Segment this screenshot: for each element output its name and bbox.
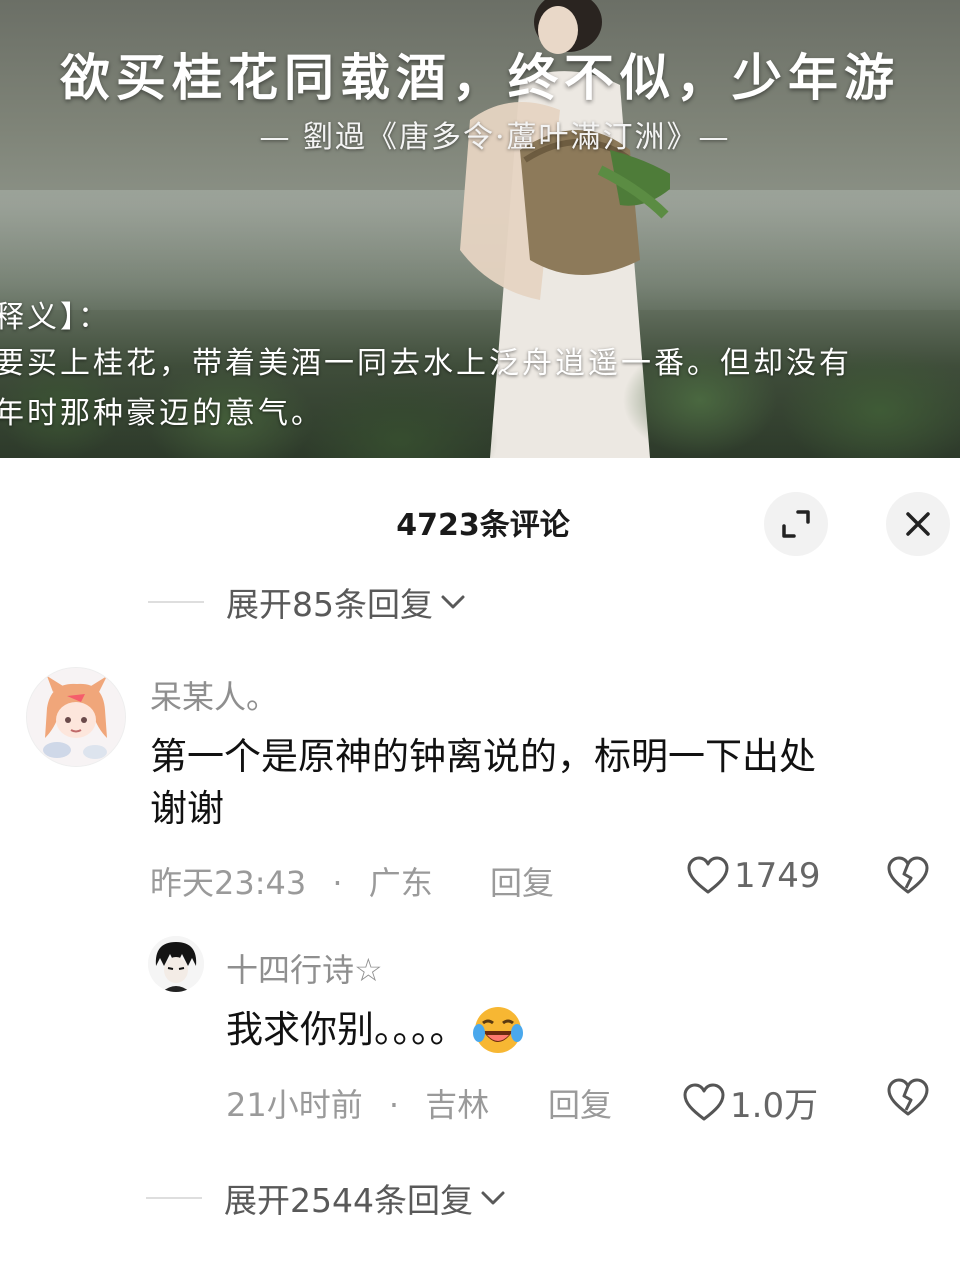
video-subtitle: — 劉過《唐多令·蘆叶滿汀洲》— bbox=[259, 120, 731, 155]
comment-username[interactable]: 呆某人。 bbox=[150, 672, 278, 718]
comment-meta: 21小时前 · 吉林 bbox=[226, 1080, 489, 1126]
expand-replies-label: 展开85条回复 bbox=[226, 585, 433, 624]
comment-location: 吉林 bbox=[425, 1086, 490, 1124]
avatar[interactable] bbox=[26, 667, 126, 767]
laughing-tears-emoji-icon bbox=[472, 1007, 523, 1053]
broken-heart-icon bbox=[887, 856, 929, 894]
heart-icon bbox=[683, 1083, 725, 1120]
divider bbox=[148, 601, 204, 603]
video-explain-line: 要买上桂花，带着美酒一同去水上泛舟逍遥一番。但却没有 bbox=[0, 346, 852, 381]
like-count: 1.0万 bbox=[730, 1086, 819, 1126]
meta-separator: · bbox=[388, 1086, 400, 1124]
comment-text: 谢谢 bbox=[150, 787, 224, 830]
comment-username[interactable]: 十四行诗☆ bbox=[226, 945, 383, 991]
like-count: 1749 bbox=[734, 856, 821, 896]
comment-time: 昨天23:43 bbox=[150, 864, 307, 902]
dislike-button[interactable] bbox=[886, 856, 930, 900]
comments-header: 4723条评论 bbox=[0, 458, 960, 568]
heart-icon bbox=[687, 856, 729, 894]
like-button[interactable]: 1749 bbox=[686, 856, 821, 896]
dislike-button[interactable] bbox=[886, 1078, 930, 1122]
reply-button[interactable]: 回复 bbox=[548, 1080, 612, 1126]
comment-time: 21小时前 bbox=[226, 1086, 363, 1124]
comment-location: 广东 bbox=[368, 864, 433, 902]
comment-text: 第一个是原神的钟离说的，标明一下出处 bbox=[150, 735, 816, 778]
broken-heart-icon bbox=[887, 1078, 929, 1116]
video-explain-line: 释义】： bbox=[0, 300, 111, 335]
expand-replies-button[interactable]: 展开2544条回复 bbox=[146, 1174, 507, 1222]
chevron-down-icon bbox=[481, 1191, 505, 1205]
comment-meta: 昨天23:43 · 广东 bbox=[150, 858, 433, 904]
chevron-down-icon bbox=[441, 595, 465, 609]
comment-text-row: 我求你别。。。。 bbox=[226, 1003, 525, 1057]
video-explain-line: 年时那种豪迈的意气。 bbox=[0, 396, 324, 431]
reply-button[interactable]: 回复 bbox=[490, 858, 554, 904]
like-button[interactable]: 1.0万 bbox=[682, 1078, 818, 1127]
anime-girl-avatar-icon bbox=[27, 668, 125, 766]
close-button[interactable] bbox=[886, 492, 950, 556]
avatar[interactable] bbox=[148, 936, 204, 992]
expand-replies-button[interactable]: 展开85条回复 bbox=[148, 578, 467, 626]
close-icon bbox=[906, 512, 930, 536]
comment-text: 我求你别。。。。 bbox=[226, 1008, 467, 1051]
divider bbox=[146, 1197, 202, 1199]
video-frame[interactable]: 欲买桂花同载酒，终不似，少年游 — 劉過《唐多令·蘆叶滿汀洲》— 释义】： 要买… bbox=[0, 0, 960, 458]
expand-icon bbox=[782, 510, 810, 538]
expand-button[interactable] bbox=[764, 492, 828, 556]
video-title: 欲买桂花同载酒，终不似，少年游 bbox=[60, 48, 900, 107]
expand-replies-label: 展开2544条回复 bbox=[224, 1181, 473, 1220]
meta-separator: · bbox=[332, 864, 343, 902]
anime-boy-avatar-icon bbox=[148, 936, 204, 992]
